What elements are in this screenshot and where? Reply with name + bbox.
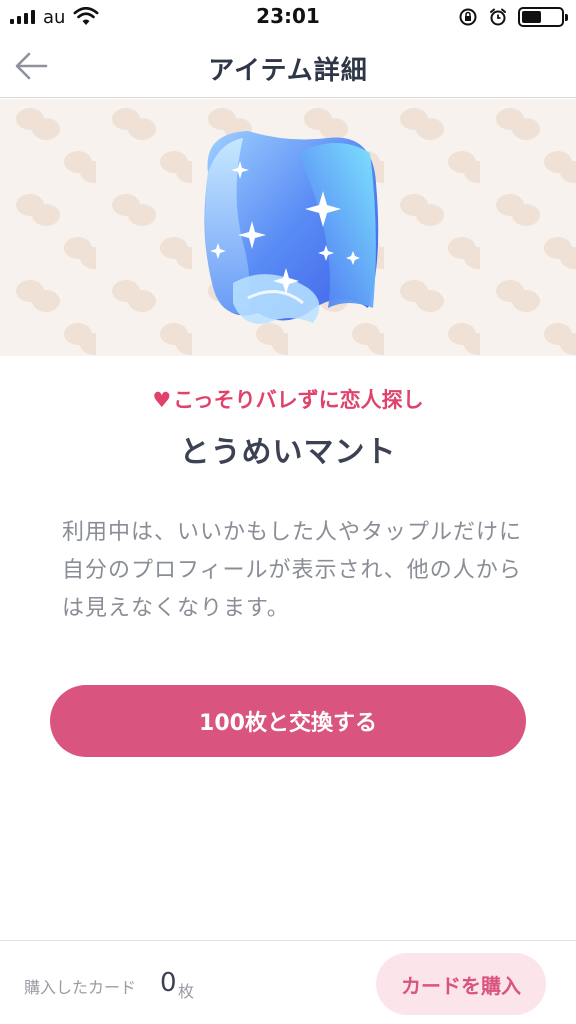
battery-icon <box>518 7 568 27</box>
status-bar: au 23:01 <box>0 0 576 34</box>
buy-cards-button[interactable]: カードを購入 <box>376 953 546 1015</box>
status-right <box>458 6 568 28</box>
purchased-cards-label: 購入したカード <box>24 978 137 997</box>
invisible-cape-icon <box>204 131 379 324</box>
item-category: ♥こっそりバレずに恋人探し <box>0 384 576 414</box>
footer-bar: 購入したカード 0 枚 カードを購入 <box>0 940 576 1024</box>
item-category-label: こっそりバレずに恋人探し <box>173 388 424 412</box>
nav-bar: アイテム詳細 <box>0 34 576 98</box>
heart-icon: ♥ <box>152 388 172 412</box>
page-title: アイテム詳細 <box>208 56 368 86</box>
item-name: とうめいマント <box>179 435 397 470</box>
purchased-cards-unit: 枚 <box>178 982 195 1001</box>
alarm-icon <box>490 8 506 26</box>
purchased-cards-count: 0 <box>160 968 177 998</box>
item-hero <box>0 99 576 356</box>
rotation-lock-icon <box>459 8 477 26</box>
item-description: 利用中は、いいかもした人やタップルだけに自分のプロフィールが表示され、他の人から… <box>62 520 523 621</box>
exchange-button[interactable]: 100枚と交換する <box>50 685 526 757</box>
